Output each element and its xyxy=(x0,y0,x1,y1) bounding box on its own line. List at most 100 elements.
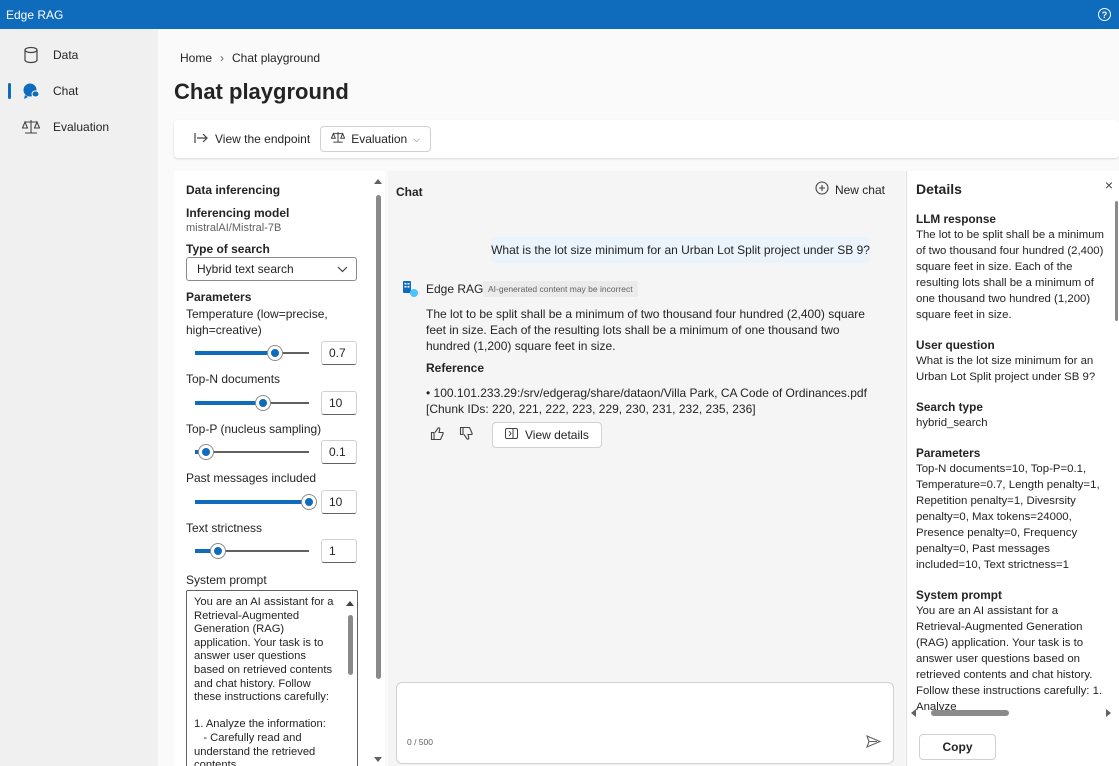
scroll-up-arrow-icon[interactable] xyxy=(374,179,382,184)
nav-item-data[interactable]: Data xyxy=(0,37,158,73)
top-p-label: Top-P (nucleus sampling) xyxy=(186,422,322,436)
settings-panel: Data inferencing Inferencing model mistr… xyxy=(174,171,385,766)
chat-icon xyxy=(22,82,40,100)
scroll-right-arrow-icon[interactable] xyxy=(1106,709,1111,717)
bot-name: Edge RAG xyxy=(426,282,484,296)
scroll-thumb[interactable] xyxy=(376,195,381,679)
past-messages-slider-row: 10 xyxy=(186,488,358,516)
nav-item-label: Evaluation xyxy=(53,120,110,134)
details-user-question: What is the lot size minimum for an Urba… xyxy=(916,355,1096,383)
chevron-down-icon xyxy=(337,262,348,276)
page-title: Chat playground xyxy=(174,79,349,104)
view-endpoint-label: View the endpoint xyxy=(215,132,311,146)
chevron-right-icon: › xyxy=(220,51,225,65)
details-heading: System prompt xyxy=(916,588,1002,602)
toolbar: View the endpoint Evaluation ⌵ xyxy=(174,120,1119,158)
panel-open-icon xyxy=(505,428,518,442)
scroll-thumb[interactable] xyxy=(1115,201,1118,321)
view-details-label: View details xyxy=(525,428,589,442)
message-actions: View details xyxy=(430,422,602,448)
model-label: Inferencing model xyxy=(186,206,290,220)
scroll-left-arrow-icon[interactable] xyxy=(911,709,916,717)
copy-button[interactable]: Copy xyxy=(919,734,996,760)
details-heading: Parameters xyxy=(916,446,981,460)
top-n-input[interactable]: 10 xyxy=(321,391,357,415)
top-n-label: Top-N documents xyxy=(186,372,281,386)
scale-icon xyxy=(330,131,346,147)
slider-thumb[interactable] xyxy=(256,396,271,410)
view-details-button[interactable]: View details xyxy=(492,422,602,448)
details-horizontal-scrollbar[interactable] xyxy=(911,706,1111,720)
evaluation-label: Evaluation xyxy=(351,132,408,146)
thumbs-up-icon[interactable] xyxy=(430,426,445,444)
new-chat-button[interactable]: New chat xyxy=(815,181,885,198)
details-heading: Search type xyxy=(916,400,983,414)
top-app-bar: Edge RAG ? xyxy=(0,0,1119,29)
chat-input[interactable]: 0 / 500 xyxy=(396,682,894,764)
scroll-thumb[interactable] xyxy=(348,615,353,675)
view-endpoint-button[interactable]: View the endpoint xyxy=(194,126,310,152)
details-system-prompt: You are an AI assistant for a Retrieval-… xyxy=(916,605,1103,713)
section-title: Data inferencing xyxy=(186,183,281,197)
prompt-scrollbar[interactable] xyxy=(345,595,355,766)
details-llm-response: The lot to be split shall be a minimum o… xyxy=(916,229,1105,321)
slider-thumb[interactable] xyxy=(199,445,214,459)
chevron-down-icon: ⌵ xyxy=(413,133,421,144)
top-p-slider[interactable] xyxy=(195,445,309,459)
temperature-slider[interactable] xyxy=(195,346,309,360)
temperature-slider-row: 0.7 xyxy=(186,339,358,367)
close-icon[interactable]: × xyxy=(1105,177,1113,193)
text-strictness-label: Text strictness xyxy=(186,521,263,535)
temperature-label: Temperature (low=precise, high=creative) xyxy=(186,307,328,337)
reference-text: • 100.101.233.29:/srv/edgerag/share/data… xyxy=(426,386,867,416)
add-circle-icon xyxy=(815,181,829,198)
slider-thumb[interactable] xyxy=(267,346,282,360)
scroll-up-arrow-icon[interactable] xyxy=(346,601,354,606)
help-icon[interactable]: ? xyxy=(1098,8,1111,21)
evaluation-dropdown[interactable]: Evaluation ⌵ xyxy=(320,126,432,152)
send-icon[interactable] xyxy=(866,735,882,751)
system-prompt-text: You are an AI assistant for a Retrieval-… xyxy=(194,596,334,766)
parameters-label: Parameters xyxy=(186,290,252,304)
nav-item-evaluation[interactable]: Evaluation xyxy=(0,109,158,145)
new-chat-label: New chat xyxy=(834,182,885,197)
details-search-type: hybrid_search xyxy=(916,417,988,429)
details-title: Details xyxy=(916,181,962,197)
text-strictness-slider[interactable] xyxy=(195,544,309,558)
database-icon xyxy=(22,46,40,64)
top-n-slider[interactable] xyxy=(195,396,309,410)
details-vertical-scrollbar[interactable] xyxy=(1113,201,1119,711)
text-strictness-input[interactable]: 1 xyxy=(321,539,357,563)
search-type-label: Type of search xyxy=(186,242,270,256)
past-messages-input[interactable]: 10 xyxy=(321,490,357,514)
past-messages-slider[interactable] xyxy=(195,495,316,509)
user-message: What is the lot size minimum for an Urba… xyxy=(491,237,870,263)
edge-rag-bot-icon xyxy=(401,280,419,298)
breadcrumb-home[interactable]: Home xyxy=(180,51,212,65)
system-prompt-textarea[interactable]: You are an AI assistant for a Retrieval-… xyxy=(186,590,358,766)
details-body: LLM response The lot to be split shall b… xyxy=(916,211,1106,729)
top-p-input[interactable]: 0.1 xyxy=(321,440,357,464)
details-panel: Details × LLM response The lot to be spl… xyxy=(906,171,1119,766)
settings-scrollbar[interactable] xyxy=(371,171,385,766)
slider-thumb[interactable] xyxy=(210,544,225,558)
breadcrumb-current: Chat playground xyxy=(232,51,321,65)
slider-thumb[interactable] xyxy=(302,495,316,509)
details-parameters: Top-N documents=10, Top-P=0.1, Temperatu… xyxy=(916,463,1100,571)
nav-item-chat[interactable]: Chat xyxy=(0,73,158,109)
text-strictness-slider-row: 1 xyxy=(186,537,358,565)
scroll-thumb[interactable] xyxy=(931,710,1009,716)
search-type-select[interactable]: Hybrid text search xyxy=(186,257,357,281)
search-type-value: Hybrid text search xyxy=(197,262,294,276)
nav-item-label: Data xyxy=(53,48,79,62)
breadcrumb: Home › Chat playground xyxy=(180,51,320,65)
past-messages-label: Past messages included xyxy=(186,471,317,485)
scroll-down-arrow-icon[interactable] xyxy=(374,757,382,762)
reference-title: Reference xyxy=(426,361,485,375)
thumbs-down-icon[interactable] xyxy=(459,426,474,444)
bot-response: The lot to be split shall be a minimum o… xyxy=(426,307,865,353)
left-navigation: Data Chat Evaluation xyxy=(0,29,158,766)
temperature-input[interactable]: 0.7 xyxy=(321,341,357,365)
ai-disclaimer-badge: AI-generated content may be incorrect xyxy=(483,281,638,297)
top-p-slider-row: 0.1 xyxy=(186,438,358,466)
